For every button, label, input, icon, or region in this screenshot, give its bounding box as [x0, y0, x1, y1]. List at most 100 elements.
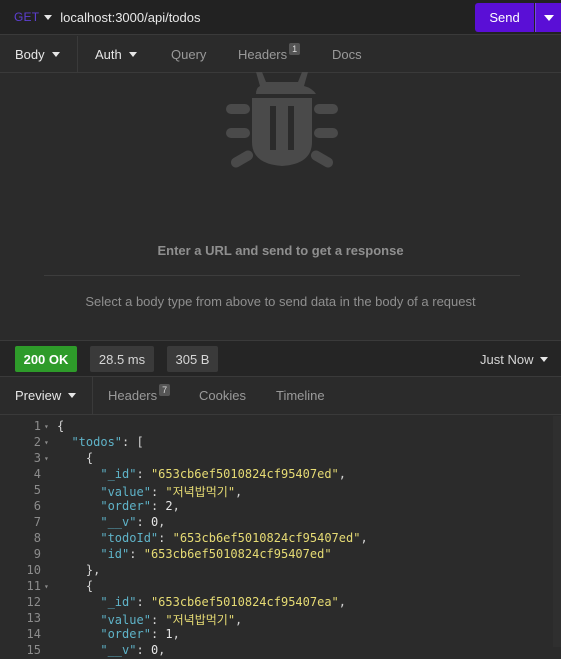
json-punctuation — [57, 531, 100, 545]
code-text: "id": "653cb6ef5010824cf95407ed" — [57, 547, 332, 561]
json-punctuation: { — [57, 579, 94, 593]
code-line: 9 "id": "653cb6ef5010824cf95407ed" — [0, 547, 561, 563]
tab-query[interactable]: Query — [171, 36, 206, 73]
tab-auth[interactable]: Auth — [95, 36, 137, 73]
fold-toggle-icon[interactable]: ▾ — [44, 579, 52, 595]
json-punctuation — [57, 627, 100, 641]
code-line: 11 ▾ { — [0, 579, 561, 595]
code-line: 12 "_id": "653cb6ef5010824cf95407ea", — [0, 595, 561, 611]
response-headers-count-badge: 7 — [159, 383, 171, 396]
tab-headers[interactable]: Headers 1 — [238, 36, 301, 73]
json-punctuation: { — [57, 419, 65, 433]
url-input[interactable]: localhost:3000/api/todos — [60, 10, 200, 25]
send-options-button[interactable] — [535, 3, 561, 32]
code-line: 15 "__v": 0, — [0, 643, 561, 659]
json-key: "order" — [100, 499, 151, 513]
line-number: 4 — [33, 467, 41, 481]
json-punctuation: , — [158, 643, 166, 657]
chevron-down-icon[interactable] — [44, 14, 53, 20]
send-button[interactable]: Send — [475, 3, 534, 32]
line-number: 1 — [33, 419, 41, 433]
scrollbar[interactable] — [553, 416, 561, 647]
json-punctuation: , — [235, 613, 243, 627]
code-line: 13 "value": "저녁밥먹기", — [0, 611, 561, 627]
json-punctuation: : — [136, 595, 151, 609]
response-size: 305 B — [167, 346, 218, 372]
json-punctuation: , — [158, 515, 166, 529]
json-punctuation: }, — [57, 563, 101, 577]
chevron-down-icon — [68, 393, 77, 398]
json-punctuation: , — [172, 627, 180, 641]
code-text: { — [57, 579, 93, 593]
json-punctuation: : — [150, 485, 166, 499]
line-number: 6 — [33, 499, 41, 513]
code-line: 14 "order": 1, — [0, 627, 561, 643]
json-key: "value" — [100, 613, 151, 627]
tab-preview[interactable]: Preview — [15, 377, 77, 414]
json-punctuation: : [ — [122, 435, 144, 449]
line-number: 7 — [33, 515, 41, 529]
json-string: "653cb6ef5010824cf95407ed" — [150, 467, 339, 481]
tab-divider — [92, 377, 93, 415]
tab-auth-label: Auth — [95, 47, 122, 62]
response-status-bar: 200 OK 28.5 ms 305 B Just Now — [0, 340, 561, 377]
chevron-down-icon — [543, 14, 554, 21]
fold-toggle-icon[interactable]: ▾ — [44, 419, 52, 435]
code-text: "__v": 0, — [57, 643, 165, 657]
code-text: "_id": "653cb6ef5010824cf95407ea", — [57, 595, 346, 609]
json-punctuation: : — [136, 467, 151, 481]
line-number: 2 — [33, 435, 41, 449]
code-line: 6 "order": 2, — [0, 499, 561, 515]
code-text: "todoId": "653cb6ef5010824cf95407ed", — [57, 531, 367, 545]
line-number: 10 — [26, 563, 41, 577]
code-line: 7 "__v": 0, — [0, 515, 561, 531]
json-key: "id" — [100, 547, 130, 561]
line-number: 3 — [33, 451, 41, 465]
tab-response-headers-label: Headers — [108, 388, 158, 403]
tab-response-headers[interactable]: Headers 7 — [108, 377, 171, 414]
empty-state-title: Enter a URL and send to get a response — [157, 243, 404, 258]
json-string: "653cb6ef5010824cf95407ed" — [143, 547, 332, 561]
code-text: "todos": [ — [57, 435, 144, 449]
json-punctuation — [57, 499, 100, 513]
line-number: 14 — [26, 627, 41, 641]
method-selector[interactable]: GET — [14, 10, 39, 24]
json-punctuation: , — [172, 499, 180, 513]
chevron-down-icon — [540, 356, 549, 362]
chevron-down-icon — [128, 52, 137, 57]
fold-toggle-icon[interactable]: ▾ — [44, 451, 52, 467]
code-line: 10 }, — [0, 563, 561, 579]
history-dropdown[interactable]: Just Now — [480, 346, 549, 372]
response-body-viewer[interactable]: 1 ▾{2 ▾ "todos": [3 ▾ {4 "_id": "653cb6ef50… — [0, 416, 561, 657]
json-punctuation: : — [150, 613, 166, 627]
json-punctuation — [57, 643, 100, 657]
code-text: }, — [57, 563, 100, 577]
url-bar: GET localhost:3000/api/todos Send — [0, 0, 561, 35]
json-punctuation: : — [150, 627, 166, 641]
code-text: "__v": 0, — [57, 515, 165, 529]
chevron-down-icon — [51, 52, 60, 57]
json-punctuation: : — [136, 643, 151, 657]
tab-cookies[interactable]: Cookies — [199, 377, 246, 414]
json-punctuation: : — [158, 531, 173, 545]
tab-docs[interactable]: Docs — [332, 36, 362, 73]
tab-timeline[interactable]: Timeline — [276, 377, 325, 414]
fold-toggle-icon[interactable]: ▾ — [44, 435, 52, 451]
code-text: { — [57, 419, 64, 433]
tab-body[interactable]: Body — [15, 36, 60, 73]
json-punctuation: : — [129, 547, 144, 561]
code-line: 4 "_id": "653cb6ef5010824cf95407ed", — [0, 467, 561, 483]
json-punctuation: , — [338, 595, 347, 609]
line-number: 13 — [26, 611, 41, 625]
code-text: "order": 1, — [57, 627, 180, 641]
code-line: 2 ▾ "todos": [ — [0, 435, 561, 451]
code-line: 3 ▾ { — [0, 451, 561, 467]
json-number: 2 — [165, 499, 173, 513]
divider — [44, 275, 520, 276]
code-line: 1 ▾ { — [0, 419, 561, 435]
code-text: "value": "저녁밥먹기", — [57, 483, 242, 500]
json-key: "_id" — [100, 595, 137, 609]
code-text: "order": 2, — [57, 499, 180, 513]
json-punctuation — [57, 485, 100, 499]
json-punctuation: { — [57, 451, 94, 465]
